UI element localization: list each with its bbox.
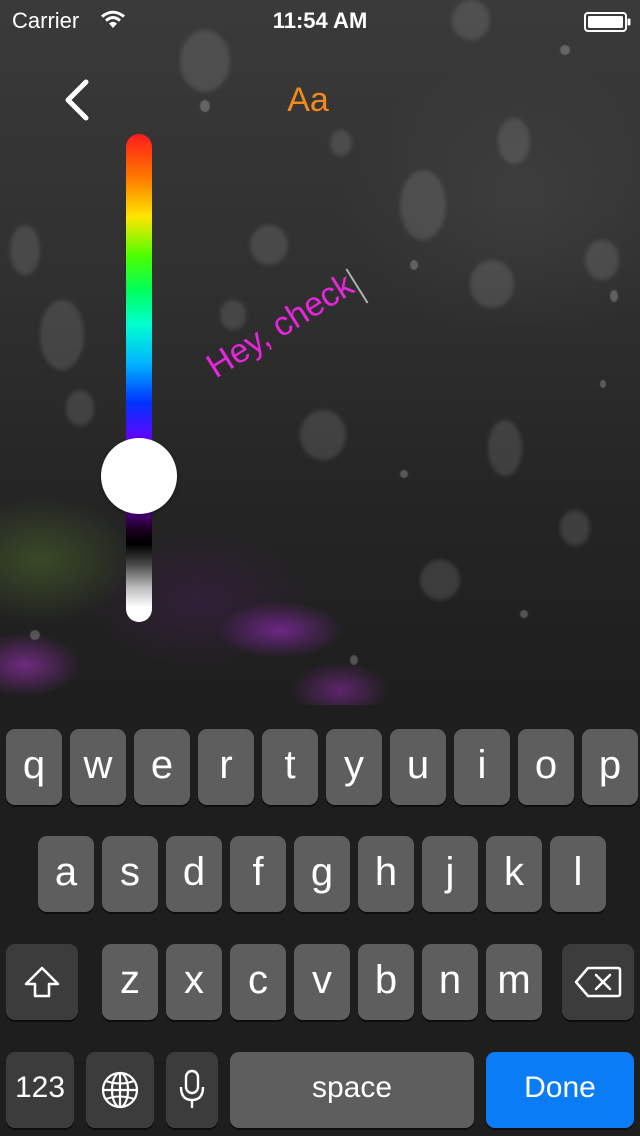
key-s[interactable]: s <box>102 836 158 912</box>
dictation-key[interactable] <box>166 1052 218 1128</box>
back-button[interactable] <box>58 78 98 122</box>
color-slider-thumb[interactable] <box>101 438 177 514</box>
key-t[interactable]: t <box>262 729 318 805</box>
key-m[interactable]: m <box>486 944 542 1020</box>
key-x[interactable]: x <box>166 944 222 1020</box>
done-button[interactable]: Done <box>486 1052 634 1128</box>
key-l[interactable]: l <box>550 836 606 912</box>
space-key[interactable]: space <box>230 1052 474 1128</box>
key-h[interactable]: h <box>358 836 414 912</box>
shift-key[interactable] <box>6 944 78 1020</box>
key-w[interactable]: w <box>70 729 126 805</box>
delete-key[interactable] <box>562 944 634 1020</box>
key-c[interactable]: c <box>230 944 286 1020</box>
key-q[interactable]: q <box>6 729 62 805</box>
globe-key[interactable] <box>86 1052 154 1128</box>
color-slider-track[interactable] <box>126 134 152 622</box>
status-bar: Carrier 11:54 AM <box>0 0 640 40</box>
key-a[interactable]: a <box>38 836 94 912</box>
numbers-key[interactable]: 123 <box>6 1052 74 1128</box>
key-e[interactable]: e <box>134 729 190 805</box>
font-style-button[interactable]: Aa <box>270 78 346 122</box>
clock: 11:54 AM <box>272 8 368 33</box>
keyboard: q w e r t y u i o p a s d f g h j k l z … <box>0 705 640 1136</box>
chevron-left-icon <box>58 79 98 126</box>
key-g[interactable]: g <box>294 836 350 912</box>
key-n[interactable]: n <box>422 944 478 1020</box>
key-k[interactable]: k <box>486 836 542 912</box>
screen: Carrier 11:54 AM Aa Hey, check q w e r t… <box>0 0 640 1136</box>
key-b[interactable]: b <box>358 944 414 1020</box>
key-u[interactable]: u <box>390 729 446 805</box>
key-i[interactable]: i <box>454 729 510 805</box>
key-d[interactable]: d <box>166 836 222 912</box>
key-y[interactable]: y <box>326 729 382 805</box>
key-j[interactable]: j <box>422 836 478 912</box>
key-p[interactable]: p <box>582 729 638 805</box>
key-f[interactable]: f <box>230 836 286 912</box>
battery-icon <box>584 12 631 32</box>
key-v[interactable]: v <box>294 944 350 1020</box>
key-o[interactable]: o <box>518 729 574 805</box>
key-r[interactable]: r <box>198 729 254 805</box>
key-z[interactable]: z <box>102 944 158 1020</box>
